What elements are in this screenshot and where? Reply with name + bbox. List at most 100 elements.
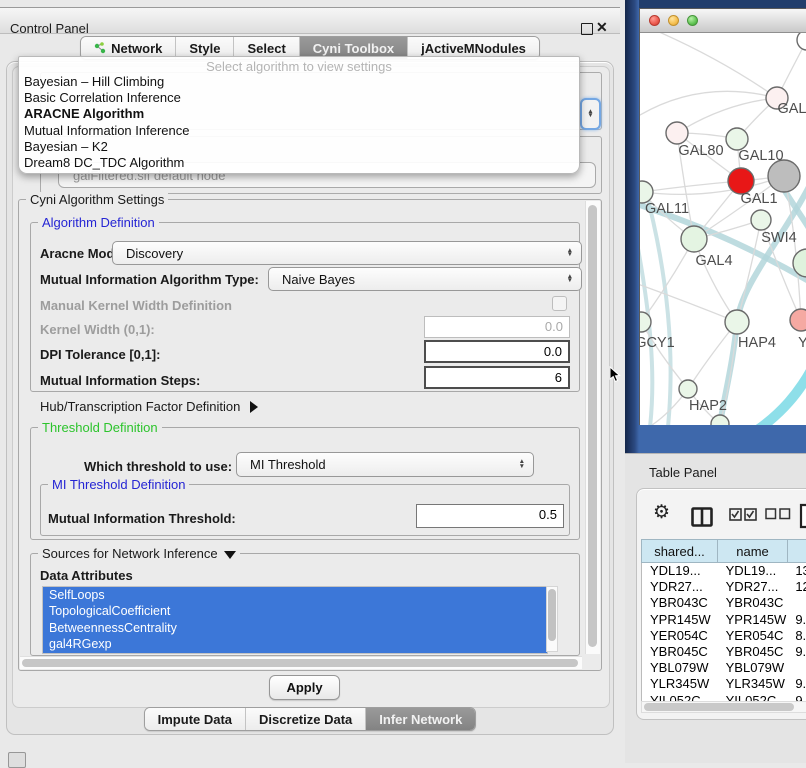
data-attribute-item[interactable]: gal4RGexp	[43, 636, 547, 652]
collapse-down-icon	[224, 551, 236, 559]
apply-button[interactable]: Apply	[269, 675, 340, 700]
close-window-icon[interactable]	[649, 15, 660, 26]
kernel-width-field[interactable]: 0.0	[424, 316, 570, 338]
algorithm-list-item[interactable]: Mutual Information Inference	[21, 123, 577, 139]
network-node[interactable]	[711, 415, 729, 425]
data-attribute-item[interactable]: BetweennessCentrality	[43, 620, 547, 636]
algorithm-combobox-placeholder: Select algorithm to view settings	[19, 59, 579, 74]
zoom-window-icon[interactable]	[687, 15, 698, 26]
table-row[interactable]: YLR345WYLR345W9.	[642, 676, 806, 692]
network-graph[interactable]: GALGAL80GAL10GAL1GAL11SWI4GAL4GCY1HAP4YH…	[640, 33, 806, 425]
table-column-header[interactable]: name	[717, 539, 787, 563]
table-row[interactable]: YDR27...YDR27...12	[642, 579, 806, 595]
algorithm-list-item[interactable]: Bayesian – K2	[21, 139, 577, 155]
dpi-tolerance-field[interactable]: 0.0	[424, 340, 570, 363]
show-all-columns-icon[interactable]	[729, 507, 757, 521]
tab-discretize-data[interactable]: Discretize Data	[246, 708, 366, 730]
stepper-arrows-icon: ▲▼	[567, 275, 573, 284]
algorithm-list-item[interactable]: Basic Correlation Inference	[21, 90, 577, 106]
algorithm-list-item[interactable]: Bayesian – Hill Climbing	[21, 74, 577, 90]
table-cell: YDL19...	[642, 563, 718, 579]
mi-algorithm-type-combobox[interactable]: Naive Bayes ▲▼	[268, 267, 582, 291]
tab-style-label: Style	[189, 41, 220, 56]
table-row[interactable]: YBR043CYBR043C	[642, 595, 806, 611]
hub-transcription-factor-section[interactable]: Hub/Transcription Factor Definition	[40, 399, 258, 414]
network-node[interactable]	[768, 160, 800, 192]
float-window-icon[interactable]	[581, 23, 593, 35]
table-row[interactable]: YER054CYER054C8.	[642, 628, 806, 644]
table-cell: YBL079W	[642, 660, 718, 676]
table-cell: YPR145W	[718, 612, 788, 628]
network-node[interactable]	[751, 210, 771, 230]
table-cell: YBR045C	[718, 644, 788, 660]
network-edge[interactable]	[694, 239, 737, 322]
algorithm-list-item[interactable]: Dream8 DC_TDC Algorithm	[21, 155, 577, 171]
stepper-arrows-icon: ▲▼	[567, 249, 573, 258]
scrollbar-thumb[interactable]	[22, 659, 578, 667]
network-edge[interactable]	[753, 361, 806, 425]
algorithm-list-item[interactable]: ARACNE Algorithm	[21, 106, 577, 122]
network-edge[interactable]	[650, 33, 777, 98]
network-node[interactable]	[790, 309, 806, 331]
control-panel-title: Control Panel	[10, 21, 89, 36]
settings-horizontal-scrollbar[interactable]	[20, 656, 582, 669]
manual-kernel-width-checkbox[interactable]	[552, 296, 567, 311]
network-node[interactable]	[797, 33, 806, 50]
table-column-header[interactable]: shared...	[641, 539, 717, 563]
table-row[interactable]: YBL079WYBL079W	[642, 660, 806, 676]
which-threshold-combobox[interactable]: MI Threshold ▲▼	[236, 452, 534, 477]
network-edge[interactable]	[640, 91, 777, 118]
data-attribute-item[interactable]: TopologicalCoefficient	[43, 603, 547, 619]
tab-impute-data[interactable]: Impute Data	[145, 708, 246, 730]
table-row[interactable]: YBR045CYBR045C9.	[642, 644, 806, 660]
table-row[interactable]: YDL19...YDL19...13	[642, 563, 806, 579]
mi-steps-field[interactable]: 6	[424, 366, 570, 389]
scrollbar-thumb[interactable]	[644, 703, 794, 711]
scrollbar-thumb[interactable]	[548, 589, 556, 641]
export-table-icon[interactable]	[799, 503, 806, 529]
split-columns-icon[interactable]	[691, 507, 713, 527]
table-cell: YDR27...	[718, 579, 788, 595]
table-row[interactable]: YPR145WYPR145W9.	[642, 612, 806, 628]
network-node[interactable]	[640, 181, 653, 203]
minimize-window-icon[interactable]	[668, 15, 679, 26]
mi-threshold-label: Mutual Information Threshold:	[48, 511, 236, 526]
close-panel-icon[interactable]: ✕	[596, 19, 608, 36]
frame-border-left	[625, 0, 639, 453]
network-canvas[interactable]: GALGAL80GAL10GAL1GAL11SWI4GAL4GCY1HAP4YH…	[640, 33, 806, 425]
tab-infer-network[interactable]: Infer Network	[366, 708, 475, 730]
data-attribute-item[interactable]: SelfLoops	[43, 587, 547, 603]
algorithm-list: Bayesian – Hill ClimbingBasic Correlatio…	[21, 74, 577, 171]
mi-threshold-field[interactable]: 0.5	[416, 504, 564, 528]
table-cell: YBR043C	[642, 595, 718, 611]
table-cell: 9.	[787, 644, 806, 660]
network-node[interactable]	[726, 128, 748, 150]
table-horizontal-scrollbar[interactable]	[641, 701, 806, 713]
scrollbar-thumb[interactable]	[588, 205, 597, 647]
hide-all-columns-icon[interactable]	[765, 507, 791, 520]
table-row[interactable]: YIL052CYIL052C9.	[642, 693, 806, 702]
tab-cyni-toolbox-label: Cyni Toolbox	[313, 41, 394, 56]
dpi-tolerance-label: DPI Tolerance [0,1]:	[40, 347, 160, 362]
network-window: GALGAL80GAL10GAL1GAL11SWI4GAL4GCY1HAP4YH…	[639, 8, 806, 425]
attributes-list-scrollbar[interactable]	[546, 586, 558, 652]
table-column-header[interactable]: A	[787, 539, 806, 563]
network-node[interactable]	[725, 310, 749, 334]
panel-toggle-button[interactable]	[8, 752, 26, 768]
network-node[interactable]	[666, 122, 688, 144]
mouse-cursor	[609, 366, 622, 383]
sources-group-title[interactable]: Sources for Network Inference	[38, 546, 240, 561]
gear-icon[interactable]: ⚙	[653, 501, 670, 524]
network-edge[interactable]	[640, 243, 652, 425]
control-panel-titlebar: Control Panel ✕	[0, 7, 620, 34]
tab-network-label: Network	[111, 41, 162, 56]
aracne-mode-combobox[interactable]: Discovery ▲▼	[112, 241, 582, 265]
algorithm-combobox-stepper[interactable]: ▲▼	[580, 98, 601, 130]
frame-border-top	[625, 0, 806, 8]
network-node[interactable]	[681, 226, 707, 252]
network-edge[interactable]	[677, 98, 777, 133]
network-window-titlebar[interactable]	[640, 9, 806, 33]
table-cell: YDR27...	[642, 579, 718, 595]
settings-vertical-scrollbar[interactable]	[585, 201, 600, 654]
network-node[interactable]	[679, 380, 697, 398]
